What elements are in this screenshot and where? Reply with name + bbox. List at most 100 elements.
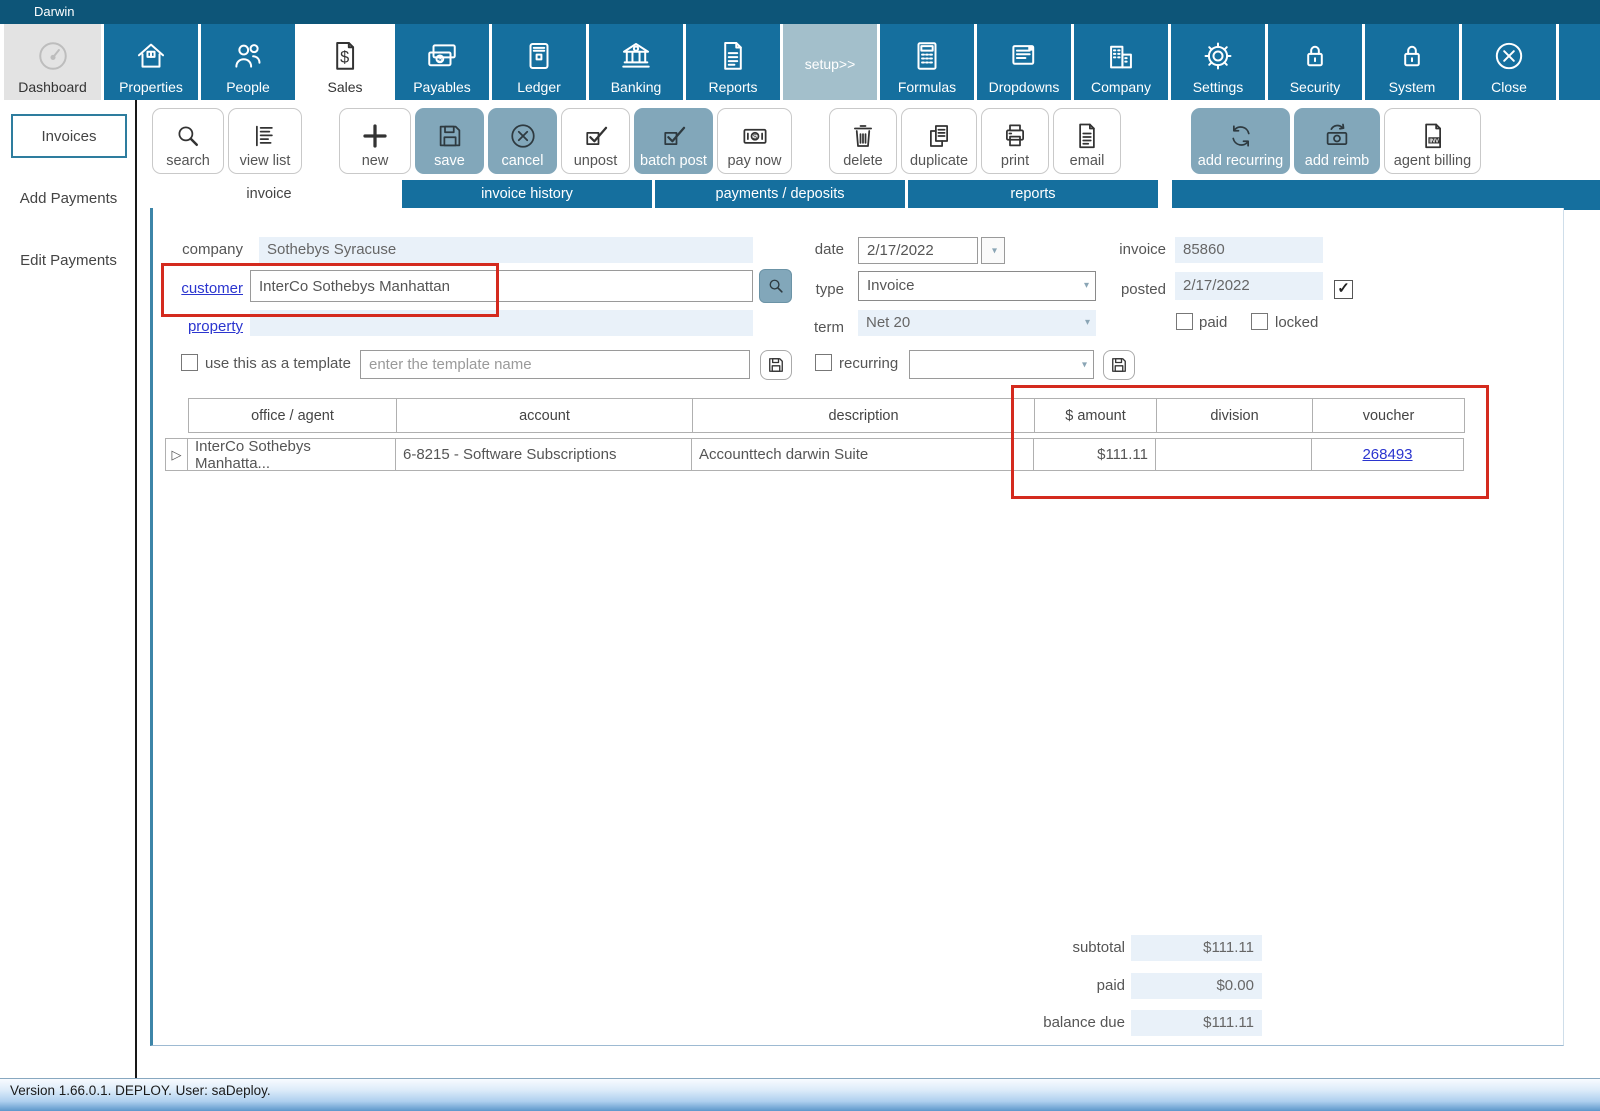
nav-security[interactable]: Security xyxy=(1268,24,1362,100)
tab-payments-deposits[interactable]: payments / deposits xyxy=(655,180,905,208)
property-link[interactable]: property xyxy=(173,318,243,335)
column-header[interactable]: $ amount xyxy=(1034,398,1157,433)
column-header[interactable]: voucher xyxy=(1312,398,1465,433)
chevron-down-icon: ▾ xyxy=(1081,359,1087,370)
nav-setup[interactable]: setup>> xyxy=(783,24,877,100)
date-dropdown-button[interactable]: ▾ xyxy=(981,237,1005,264)
cell-division[interactable] xyxy=(1155,438,1312,471)
posted-checkbox[interactable]: ✓ xyxy=(1334,280,1353,299)
property-field[interactable] xyxy=(250,310,753,336)
nav-system[interactable]: System xyxy=(1365,24,1459,100)
locked-label: locked xyxy=(1275,314,1319,331)
posted-field[interactable]: 2/17/2022 xyxy=(1175,272,1323,300)
pay-now-button[interactable]: pay now xyxy=(717,108,792,174)
nav-reports[interactable]: Reports xyxy=(686,24,780,100)
recurring-select[interactable]: ▾ xyxy=(909,350,1094,379)
template-save-button[interactable] xyxy=(760,350,792,380)
sidebar-item-label: Edit Payments xyxy=(20,252,117,269)
button-label: new xyxy=(361,153,389,169)
nav-settings[interactable]: Settings xyxy=(1171,24,1265,100)
recurring-save-button[interactable] xyxy=(1103,350,1135,380)
circle-x-icon xyxy=(508,121,538,151)
sidebar-item-add-payments[interactable]: Add Payments xyxy=(0,190,137,207)
column-header[interactable]: division xyxy=(1156,398,1313,433)
add-reimb-button[interactable]: add reimb xyxy=(1294,108,1380,174)
term-select[interactable]: Net 20 ▾ xyxy=(858,310,1096,336)
button-label: save xyxy=(434,153,465,169)
floppy-icon xyxy=(1109,355,1129,375)
column-header[interactable]: office / agent xyxy=(188,398,397,433)
type-select[interactable]: Invoice ▾ xyxy=(858,271,1096,301)
floppy-icon xyxy=(435,121,465,151)
nav-close[interactable]: Close xyxy=(1462,24,1556,100)
nav-dropdowns[interactable]: Dropdowns xyxy=(977,24,1071,100)
cell-office-agent[interactable]: InterCo Sothebys Manhatta... xyxy=(187,438,396,472)
sidebar-item-edit-payments[interactable]: Edit Payments xyxy=(0,252,137,269)
status-text: Version 1.66.0.1. DEPLOY. User: saDeploy… xyxy=(10,1083,271,1098)
row-expander[interactable]: ▷ xyxy=(165,438,188,471)
action-toolbar: search view list new save cancel unpost … xyxy=(139,100,1600,180)
batch-post-button[interactable]: batch post xyxy=(634,108,713,174)
button-label: agent billing xyxy=(1393,153,1472,169)
people-icon xyxy=(231,39,265,73)
email-button[interactable]: email xyxy=(1053,108,1121,174)
invoice-number-field[interactable]: 85860 xyxy=(1175,237,1323,263)
duplicate-button[interactable]: duplicate xyxy=(901,108,977,174)
tab-reports[interactable]: reports xyxy=(908,180,1158,208)
cell-description[interactable]: Accounttech darwin Suite xyxy=(691,438,1034,471)
new-button[interactable]: new xyxy=(339,108,411,174)
nav-sales[interactable]: Sales xyxy=(298,24,392,100)
floppy-icon xyxy=(766,355,786,375)
cancel-button[interactable]: cancel xyxy=(488,108,557,174)
print-button[interactable]: print xyxy=(981,108,1049,174)
template-checkbox[interactable] xyxy=(181,354,198,371)
check-post-icon xyxy=(659,121,689,151)
nav-company[interactable]: Company xyxy=(1074,24,1168,100)
nav-payables[interactable]: Payables xyxy=(395,24,489,100)
trash-icon xyxy=(848,121,878,151)
date-field[interactable]: 2/17/2022 xyxy=(858,237,978,264)
button-label: pay now xyxy=(727,153,782,169)
customer-search-button[interactable] xyxy=(759,269,792,303)
column-header[interactable]: description xyxy=(692,398,1035,433)
nav-ledger[interactable]: Ledger xyxy=(492,24,586,100)
cell-amount[interactable]: $111.11 xyxy=(1033,438,1156,471)
nav-formulas[interactable]: Formulas xyxy=(880,24,974,100)
plus-icon xyxy=(360,121,390,151)
tab-invoice[interactable]: invoice xyxy=(139,180,399,208)
recurring-checkbox[interactable] xyxy=(815,354,832,371)
term-value: Net 20 xyxy=(866,314,911,331)
table-header-row: office / agent account description $ amo… xyxy=(188,398,1465,433)
cell-account[interactable]: 6-8215 - Software Subscriptions xyxy=(395,438,692,471)
nav-banking[interactable]: Banking xyxy=(589,24,683,100)
unpost-button[interactable]: unpost xyxy=(561,108,630,174)
invoice-document-icon xyxy=(1418,121,1448,151)
search-button[interactable]: search xyxy=(152,108,224,174)
customer-input[interactable] xyxy=(250,270,753,302)
tab-invoice-history[interactable]: invoice history xyxy=(402,180,652,208)
posted-label: posted xyxy=(1120,281,1166,298)
window-title: Darwin xyxy=(34,4,75,19)
customer-link[interactable]: customer xyxy=(173,280,243,297)
nav-people[interactable]: People xyxy=(201,24,295,100)
template-name-input[interactable] xyxy=(360,350,750,379)
check-post-icon xyxy=(581,121,611,151)
nav-dashboard[interactable]: Dashboard xyxy=(4,24,101,100)
add-recurring-button[interactable]: add recurring xyxy=(1191,108,1290,174)
document-lines-icon xyxy=(1072,121,1102,151)
view-list-button[interactable]: view list xyxy=(228,108,302,174)
delete-button[interactable]: delete xyxy=(829,108,897,174)
sidebar-item-invoices[interactable]: Invoices xyxy=(11,114,127,158)
bank-icon xyxy=(619,39,653,73)
paid-checkbox[interactable] xyxy=(1176,313,1193,330)
column-header[interactable]: account xyxy=(396,398,693,433)
copy-icon xyxy=(924,121,954,151)
locked-checkbox[interactable] xyxy=(1251,313,1268,330)
agent-billing-button[interactable]: agent billing xyxy=(1384,108,1481,174)
invoice-number-label: invoice xyxy=(1119,241,1166,258)
paid-total-label: paid xyxy=(1096,977,1125,994)
company-field[interactable]: Sothebys Syracuse xyxy=(259,237,753,263)
cell-voucher-link[interactable]: 268493 xyxy=(1311,438,1464,471)
save-button[interactable]: save xyxy=(415,108,484,174)
nav-properties[interactable]: Properties xyxy=(104,24,198,100)
